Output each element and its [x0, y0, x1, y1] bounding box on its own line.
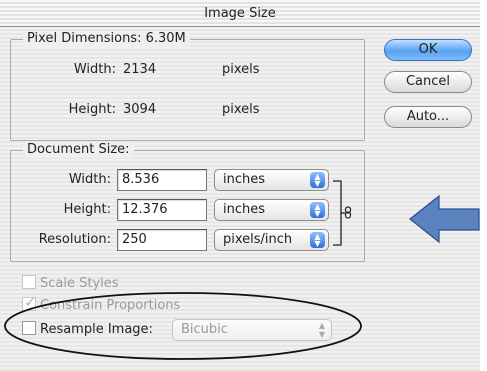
auto-button[interactable]: Auto...	[384, 106, 472, 128]
scale-styles-checkbox[interactable]	[22, 275, 36, 289]
pixel-height-label: Height:	[68, 102, 116, 117]
doc-width-label: Width:	[68, 172, 111, 187]
updown-arrows-icon: ▲ ▼	[310, 172, 325, 188]
resolution-label: Resolution:	[38, 232, 111, 247]
doc-width-field[interactable]: 8.536	[117, 169, 207, 191]
updown-arrows-icon: ▲ ▼	[310, 232, 325, 248]
chain-link-icon	[333, 180, 352, 246]
arrow-annotation-icon	[409, 194, 480, 244]
document-size-group: Document Size: Width: 8.536 inches ▲ ▼ He…	[10, 142, 365, 262]
pixel-width-value: 2134	[123, 62, 157, 77]
doc-height-field[interactable]: 12.376	[117, 199, 207, 221]
doc-height-label: Height:	[63, 202, 111, 217]
window-title: Image Size	[0, 0, 480, 27]
pixel-dimensions-size: 6.30M	[145, 31, 186, 46]
pixel-dimensions-legend: Pixel Dimensions: 6.30M	[23, 31, 190, 47]
pixel-width-label: Width:	[73, 62, 116, 77]
doc-height-unit-value: inches	[223, 202, 266, 217]
doc-height-unit-select[interactable]: inches ▲ ▼	[214, 199, 329, 221]
resolution-unit-value: pixels/inch	[223, 232, 293, 247]
pixel-height-unit: pixels	[222, 102, 260, 117]
ellipse-annotation	[4, 292, 362, 360]
pixel-height-value: 3094	[123, 102, 157, 117]
resolution-field[interactable]: 250	[117, 229, 207, 251]
pixel-width-unit: pixels	[222, 62, 260, 77]
document-size-legend: Document Size:	[23, 142, 134, 158]
resolution-unit-select[interactable]: pixels/inch ▲ ▼	[214, 229, 329, 251]
dialog-body: Pixel Dimensions: 6.30M Width: 2134 pixe…	[0, 27, 480, 371]
doc-width-unit-value: inches	[223, 172, 266, 187]
doc-width-unit-select[interactable]: inches ▲ ▼	[214, 169, 329, 191]
pixel-dimensions-label: Pixel Dimensions:	[27, 31, 142, 46]
pixel-dimensions-group: Pixel Dimensions: 6.30M Width: 2134 pixe…	[10, 31, 365, 141]
ok-button[interactable]: OK	[384, 39, 472, 61]
updown-arrows-icon: ▲ ▼	[310, 202, 325, 218]
cancel-button[interactable]: Cancel	[384, 71, 472, 93]
